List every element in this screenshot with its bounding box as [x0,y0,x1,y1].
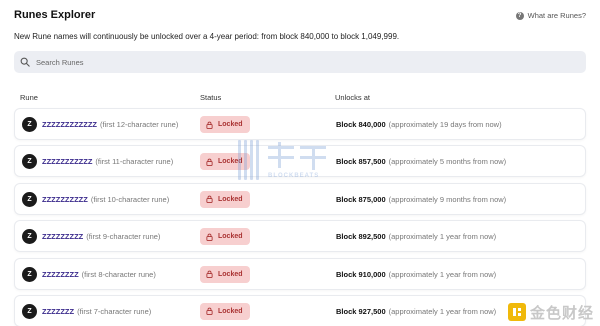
unlock-block: Block 875,000 [336,194,386,204]
rune-note: (first 10-character rune) [90,194,170,204]
watermark-text: BLOCKBEATS [268,173,320,179]
unlock-block: Block 840,000 [336,120,386,129]
unlock-block: Block 910,000 [336,269,386,279]
rune-avatar: Z [22,191,37,207]
logo-text: 金色财经 [529,304,594,322]
unlock-block: Block 927,500 [336,306,386,316]
page-title: Runes Explorer [14,9,96,21]
unlock-eta: (approximately 1 year from now) [388,306,497,316]
watermark: BLOCKBEATS [238,140,358,188]
rune-note: (first 8-character rune) [81,269,156,279]
lock-icon [206,195,213,204]
search-input[interactable] [36,57,556,67]
unlock-eta: (approximately 1 year from now) [388,232,497,242]
column-header-rune: Rune [20,93,38,102]
unlock-block: Block 892,500 [336,232,386,242]
rune-name-link[interactable]: ZZZZZZZZZZZZ [42,120,97,129]
lock-icon [206,158,213,166]
table-row[interactable]: Z ZZZZZZZZZ (first 9-character rune) Lock… [14,220,586,253]
status-badge: Locked [200,190,250,208]
status-label: Locked [218,307,243,315]
watermark-glyph-icon [268,142,328,170]
rune-avatar: Z [22,117,37,132]
status-badge: Locked [200,228,250,246]
watermark-bars-icon [238,140,260,180]
table-row[interactable]: Z ZZZZZZZZZZZZ (first 12-character rune) … [14,108,586,140]
rune-avatar: Z [22,266,37,282]
unlock-eta: (approximately 19 days from now) [388,120,502,129]
header: Runes Explorer ? What are Runes? [14,9,586,27]
table-row[interactable]: Z ZZZZZZZ (first 7-character rune) Locked… [14,294,586,326]
rune-avatar: Z [22,154,37,170]
column-header-unlocks-at: Unlocks at [335,93,371,102]
status-badge: Locked [200,116,250,133]
rune-avatar: Z [22,303,37,319]
logo: 金色财经 [507,302,594,322]
column-header-status: Status [200,93,222,102]
rune-name-link[interactable]: ZZZZZZZ [42,307,74,316]
rune-note: (first 7-character rune) [77,306,152,316]
unlock-eta: (approximately 9 months from now) [388,194,507,204]
page-subtitle: New Rune names will continuously be unlo… [14,32,400,41]
rune-note: (first 11-character rune) [95,157,174,167]
status-label: Locked [218,121,243,128]
unlock-eta: (approximately 1 year from now) [388,269,497,279]
unlock-eta: (approximately 5 months from now) [388,157,507,167]
lock-icon [206,308,213,316]
status-label: Locked [218,233,243,241]
help-label: What are Runes? [527,11,586,20]
question-icon: ? [515,11,524,20]
table-row[interactable]: Z ZZZZZZZZ (first 8-character rune) Locke… [14,257,586,290]
rune-avatar: Z [22,229,37,245]
lock-icon [206,233,213,241]
rune-name-link[interactable]: ZZZZZZZZZZ [42,195,88,204]
table-header: Rune Status Unlocks at [20,93,580,103]
rune-name-link[interactable]: ZZZZZZZZ [42,270,79,279]
lock-icon [206,270,213,278]
status-badge: Locked [200,302,250,320]
what-are-runes-link[interactable]: ? What are Runes? [515,11,586,20]
status-label: Locked [218,195,243,203]
search-bar[interactable] [14,51,586,73]
status-label: Locked [218,270,243,278]
rune-note: (first 9-character rune) [86,232,161,242]
status-badge: Locked [200,265,250,283]
rune-name-link[interactable]: ZZZZZZZZZ [42,232,83,241]
logo-mark-icon [507,303,526,321]
rune-name-link[interactable]: ZZZZZZZZZZZ [42,157,92,166]
rune-note: (first 12-character rune) [99,120,179,129]
search-icon [20,57,30,67]
lock-icon [206,121,213,129]
